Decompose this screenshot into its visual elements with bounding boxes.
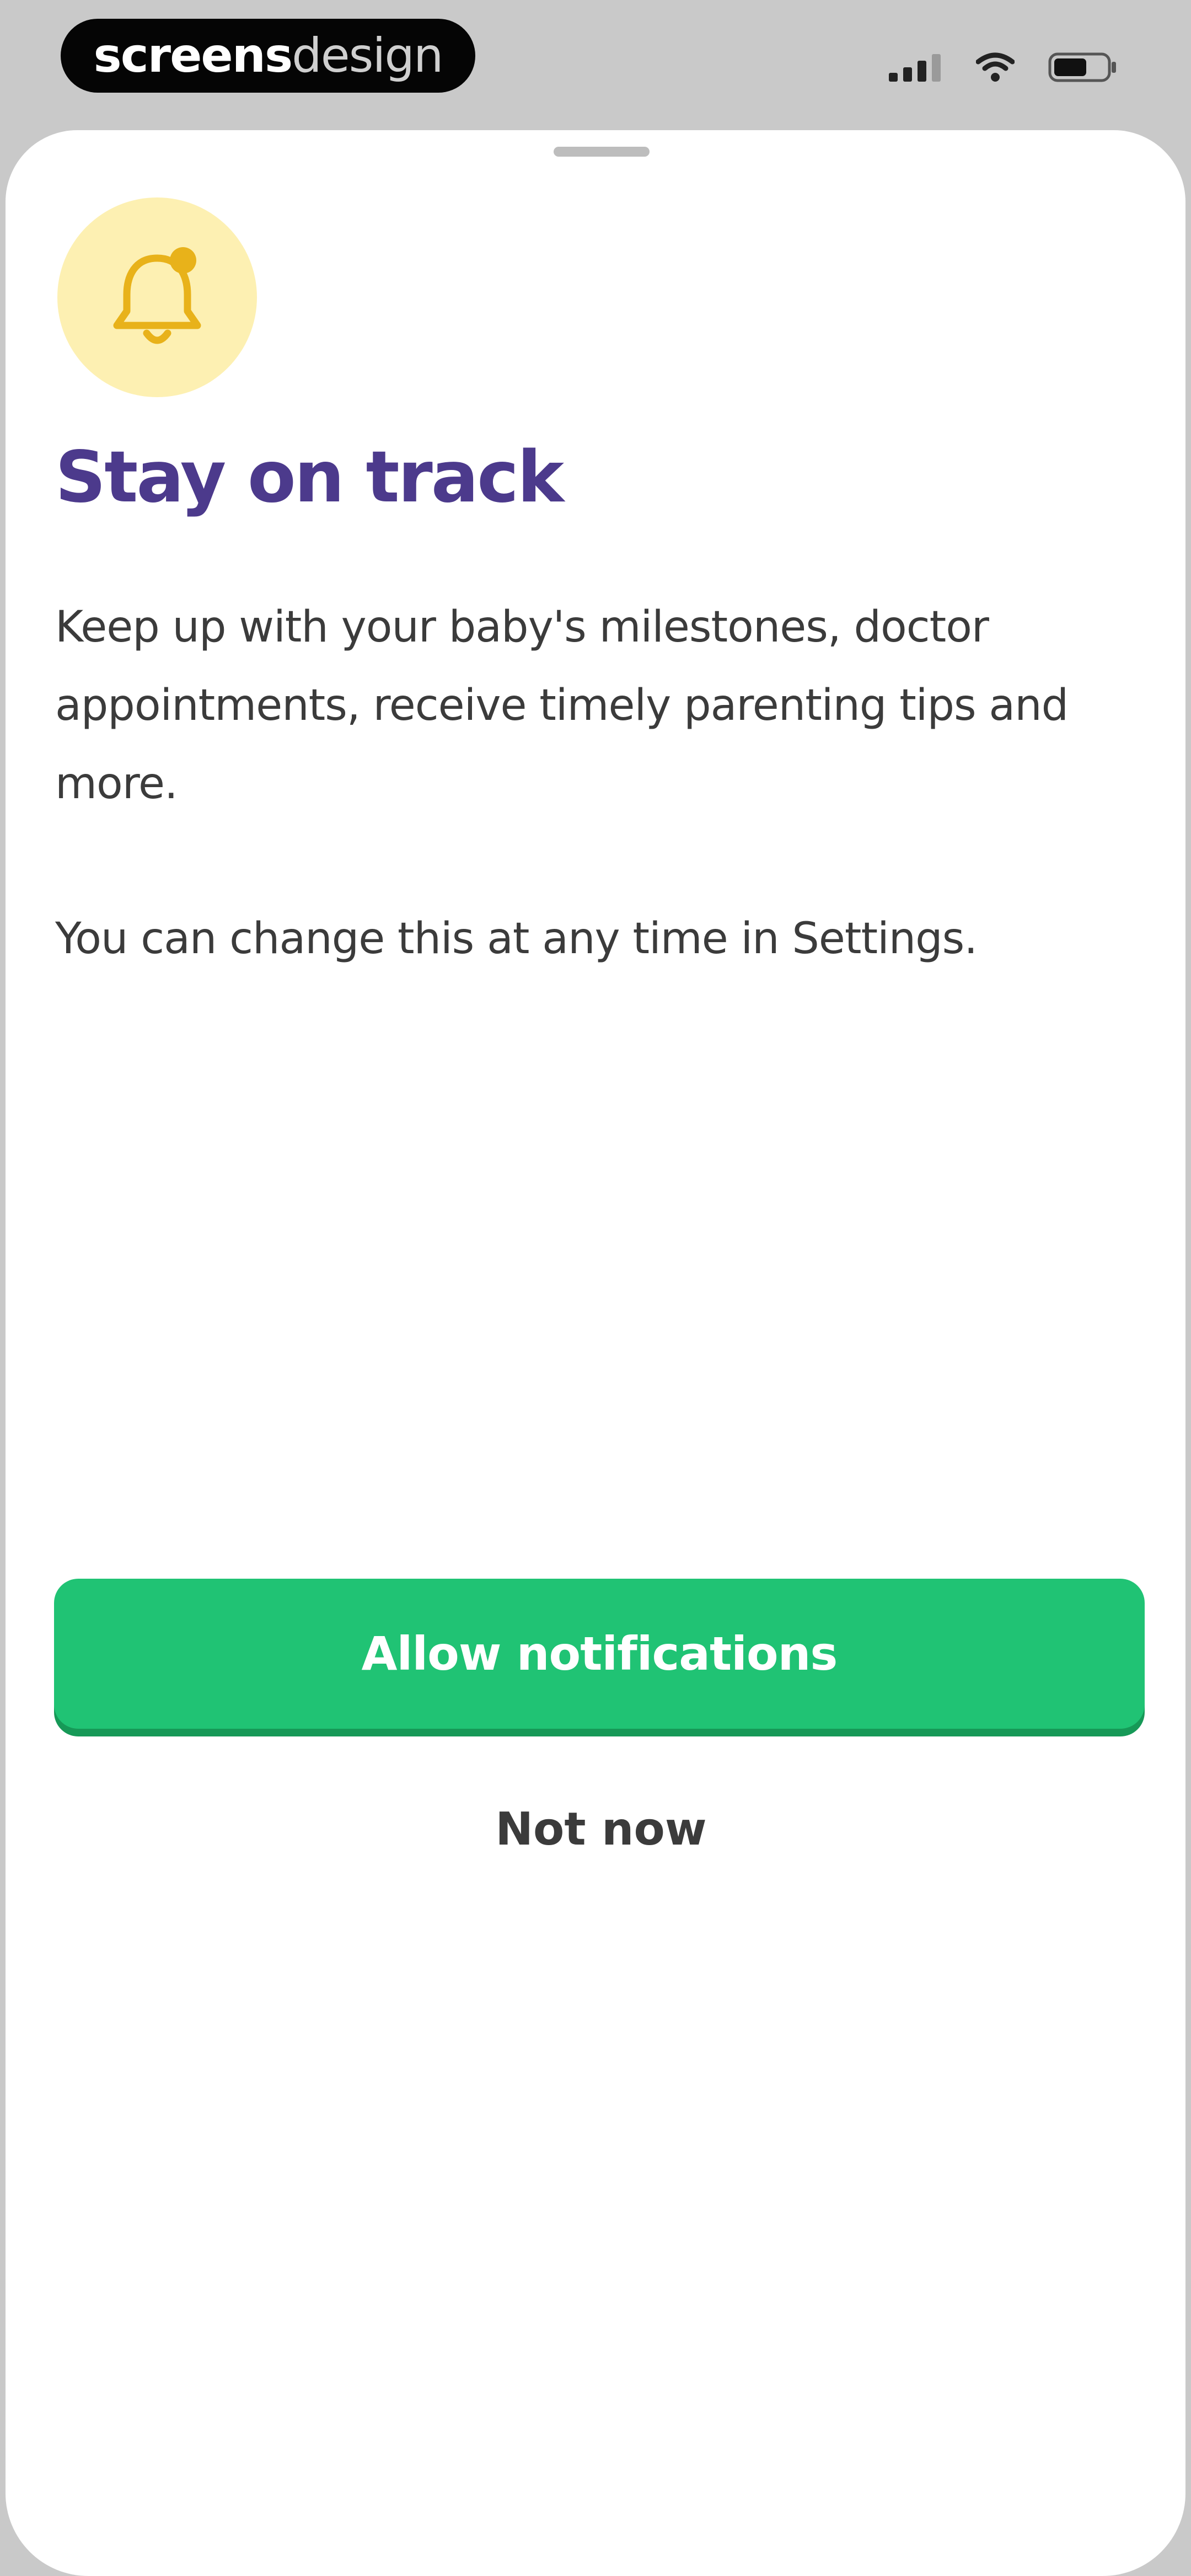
watermark-logo: screens design [61, 19, 475, 93]
signal-icon [889, 54, 941, 82]
settings-note-paragraph: You can change this at any time in Setti… [55, 914, 978, 964]
status-icons [888, 51, 1119, 84]
notification-permission-screen: screens design Stay on track Keep up wit… [0, 0, 1191, 2576]
battery-icon [1048, 52, 1116, 82]
wifi-icon [976, 52, 1015, 82]
status-bar: screens design [0, 0, 1191, 127]
sheet-grabber-handle[interactable] [554, 147, 650, 157]
bottom-sheet: Stay on track Keep up with your baby's m… [6, 130, 1185, 2576]
bell-icon [113, 247, 201, 344]
page-title: Stay on track [55, 436, 564, 519]
bell-icon-badge [57, 197, 257, 397]
allow-notifications-button[interactable]: Allow notifications [54, 1579, 1145, 1729]
watermark-light-text: design [292, 28, 443, 83]
not-now-button[interactable]: Not now [436, 1791, 766, 1868]
description-paragraph: Keep up with your baby's milestones, doc… [55, 602, 1069, 809]
watermark-bold-text: screens [93, 28, 293, 83]
